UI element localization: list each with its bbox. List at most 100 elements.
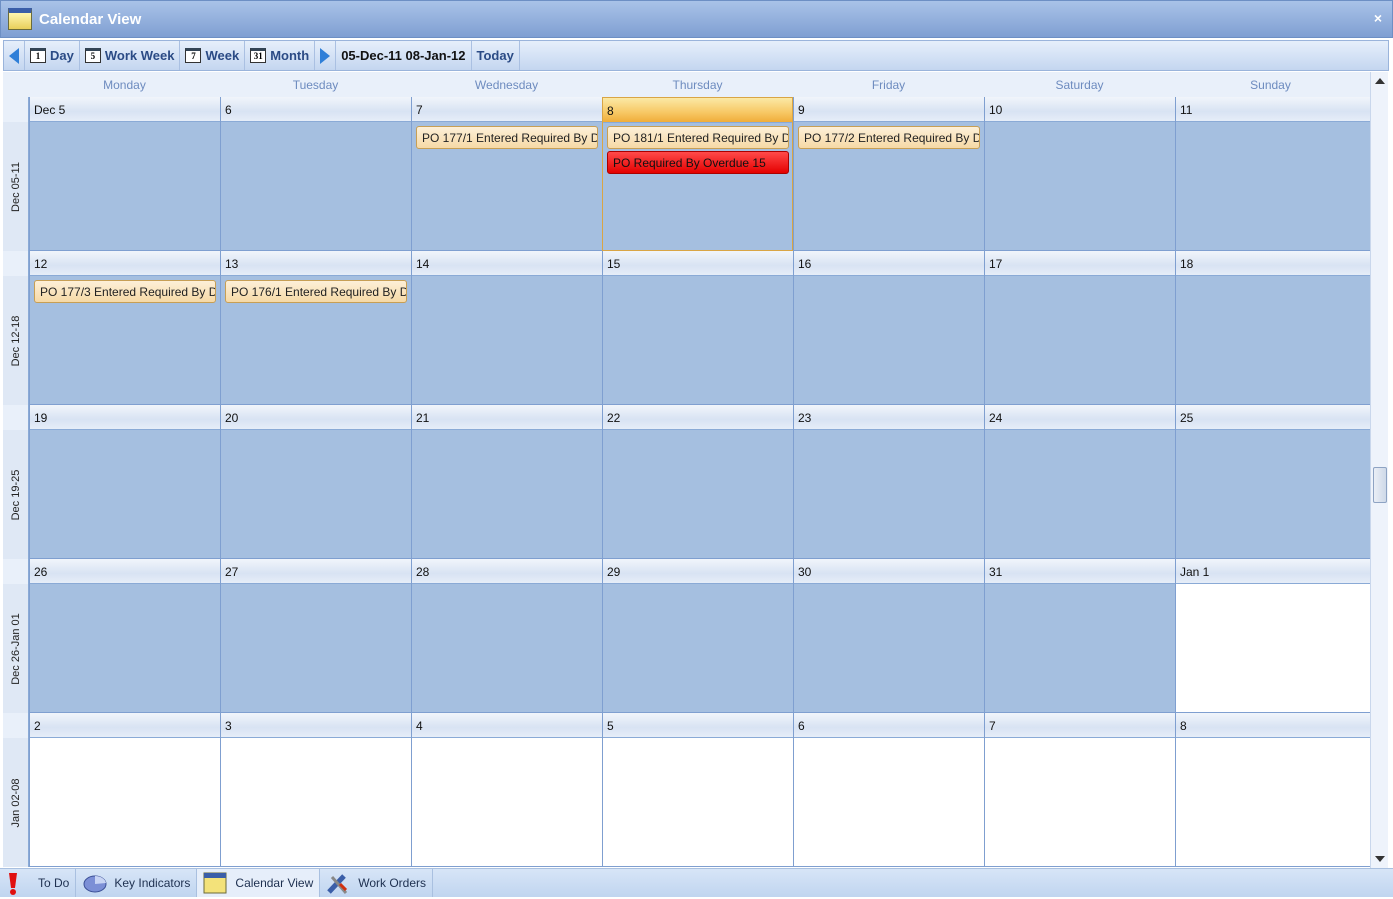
day-number[interactable]: 16: [794, 251, 984, 276]
day-view-button[interactable]: 1 Day: [25, 41, 80, 70]
day-number[interactable]: 2: [30, 713, 220, 738]
day-cell[interactable]: 18: [1175, 251, 1370, 405]
day-number[interactable]: 7: [412, 97, 602, 122]
day-number[interactable]: 31: [985, 559, 1175, 584]
day-number[interactable]: 19: [30, 405, 220, 430]
day-number[interactable]: 8: [1176, 713, 1370, 738]
day-cell[interactable]: 6: [793, 713, 984, 867]
day-number[interactable]: 3: [221, 713, 411, 738]
day-cell-body[interactable]: [1176, 738, 1370, 866]
work-week-view-button[interactable]: 5 Work Week: [80, 41, 181, 70]
overdue-appointment[interactable]: PO Required By Overdue 15: [607, 151, 789, 174]
nav-tab-to-do[interactable]: To Do: [0, 869, 77, 897]
day-cell[interactable]: 27: [220, 559, 411, 713]
day-number[interactable]: 24: [985, 405, 1175, 430]
day-cell-body[interactable]: [794, 738, 984, 866]
day-cell[interactable]: 21: [411, 405, 602, 559]
day-cell-body[interactable]: [794, 276, 984, 404]
week-label[interactable]: Dec 26-Jan 01: [3, 584, 29, 713]
appointment[interactable]: PO 177/2 Entered Required By D...: [798, 126, 980, 149]
day-cell-body[interactable]: [603, 430, 793, 558]
day-number[interactable]: 28: [412, 559, 602, 584]
month-view-button[interactable]: 31 Month: [245, 41, 316, 70]
week-view-button[interactable]: 7 Week: [180, 41, 246, 70]
day-cell-body[interactable]: [30, 122, 220, 250]
day-number[interactable]: 22: [603, 405, 793, 430]
day-cell[interactable]: 11: [1175, 97, 1370, 251]
appointment[interactable]: PO 176/1 Entered Required By D...: [225, 280, 407, 303]
day-number[interactable]: Jan 1: [1176, 559, 1370, 584]
week-label[interactable]: Dec 19-25: [3, 430, 29, 559]
close-button[interactable]: ×: [1374, 10, 1382, 26]
day-cell-body[interactable]: [30, 584, 220, 712]
nav-tab-key-indicators[interactable]: Key Indicators: [76, 869, 198, 897]
day-number[interactable]: 29: [603, 559, 793, 584]
day-cell-body[interactable]: [221, 584, 411, 712]
scroll-up-icon[interactable]: [1375, 78, 1385, 84]
day-cell[interactable]: Dec 5: [29, 97, 220, 251]
day-cell-body[interactable]: [985, 122, 1175, 250]
day-cell[interactable]: 7: [411, 97, 602, 251]
prev-button[interactable]: [4, 41, 25, 70]
day-number[interactable]: 6: [221, 97, 411, 122]
day-cell-body[interactable]: [412, 430, 602, 558]
day-cell-body[interactable]: [603, 276, 793, 404]
day-cell-body[interactable]: [985, 584, 1175, 712]
day-cell-body[interactable]: [1176, 276, 1370, 404]
day-cell[interactable]: 12: [29, 251, 220, 405]
day-cell-body[interactable]: [985, 276, 1175, 404]
day-cell-body[interactable]: [794, 584, 984, 712]
day-cell[interactable]: 3: [220, 713, 411, 867]
day-cell[interactable]: 25: [1175, 405, 1370, 559]
day-cell[interactable]: 9: [793, 97, 984, 251]
day-cell[interactable]: 19: [29, 405, 220, 559]
day-cell-body[interactable]: [221, 430, 411, 558]
week-label[interactable]: Dec 05-11: [3, 122, 29, 251]
day-cell-body[interactable]: [30, 738, 220, 866]
day-cell[interactable]: 26: [29, 559, 220, 713]
day-cell[interactable]: 16: [793, 251, 984, 405]
day-number[interactable]: 21: [412, 405, 602, 430]
day-number[interactable]: 30: [794, 559, 984, 584]
day-cell-body[interactable]: [30, 430, 220, 558]
day-number[interactable]: 26: [30, 559, 220, 584]
day-cell[interactable]: 5: [602, 713, 793, 867]
day-cell[interactable]: 24: [984, 405, 1175, 559]
day-number[interactable]: 18: [1176, 251, 1370, 276]
day-cell[interactable]: Jan 1: [1175, 559, 1370, 713]
day-cell[interactable]: 8: [602, 97, 793, 251]
day-cell[interactable]: 20: [220, 405, 411, 559]
next-button[interactable]: [315, 41, 337, 70]
day-cell-body[interactable]: [412, 276, 602, 404]
day-number[interactable]: 23: [794, 405, 984, 430]
day-number[interactable]: 12: [30, 251, 220, 276]
day-cell[interactable]: 22: [602, 405, 793, 559]
day-number[interactable]: 25: [1176, 405, 1370, 430]
day-cell-body[interactable]: [603, 738, 793, 866]
day-cell[interactable]: 30: [793, 559, 984, 713]
vertical-scrollbar[interactable]: [1370, 72, 1388, 868]
appointment[interactable]: PO 181/1 Entered Required By D...: [607, 126, 789, 149]
day-cell[interactable]: 4: [411, 713, 602, 867]
day-number[interactable]: 13: [221, 251, 411, 276]
day-cell[interactable]: 14: [411, 251, 602, 405]
day-number[interactable]: 11: [1176, 97, 1370, 122]
day-cell[interactable]: 2: [29, 713, 220, 867]
week-label[interactable]: Dec 12-18: [3, 276, 29, 405]
day-cell[interactable]: 31: [984, 559, 1175, 713]
day-cell-body[interactable]: [985, 430, 1175, 558]
day-cell-body[interactable]: [221, 122, 411, 250]
day-cell-body[interactable]: [1176, 122, 1370, 250]
day-cell-body[interactable]: [1176, 430, 1370, 558]
day-cell[interactable]: 28: [411, 559, 602, 713]
day-cell-body[interactable]: [412, 738, 602, 866]
day-cell[interactable]: 17: [984, 251, 1175, 405]
day-number[interactable]: 6: [794, 713, 984, 738]
scroll-thumb[interactable]: [1373, 467, 1387, 503]
day-number[interactable]: 4: [412, 713, 602, 738]
day-cell[interactable]: 23: [793, 405, 984, 559]
nav-tab-work-orders[interactable]: Work Orders: [320, 869, 434, 897]
day-cell-body[interactable]: [412, 584, 602, 712]
day-number[interactable]: 17: [985, 251, 1175, 276]
day-cell-body[interactable]: [985, 738, 1175, 866]
